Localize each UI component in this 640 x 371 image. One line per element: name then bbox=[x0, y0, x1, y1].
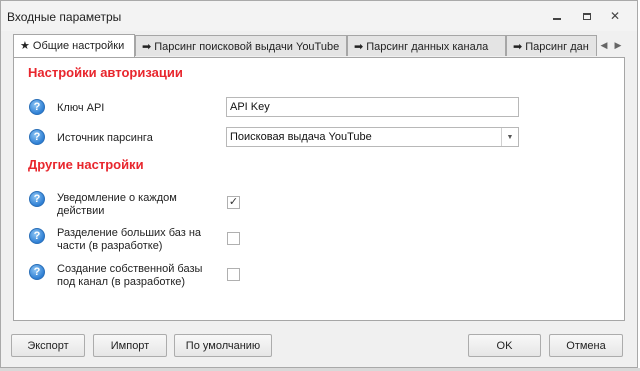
own-base-checkbox[interactable] bbox=[227, 268, 240, 281]
dropdown-button[interactable]: ▼ bbox=[501, 128, 518, 146]
ok-button[interactable]: OK bbox=[468, 334, 541, 357]
tab-scroll-right-icon[interactable]: ▶ bbox=[615, 40, 622, 51]
notify-checkbox[interactable]: ✓ bbox=[227, 196, 240, 209]
split-help-icon[interactable]: ? bbox=[29, 228, 45, 244]
source-help-icon[interactable]: ? bbox=[29, 129, 45, 145]
settings-panel: Настройки авторизации ? Ключ API API Key… bbox=[13, 57, 625, 321]
check-icon: ✓ bbox=[228, 196, 239, 208]
api-key-value: API Key bbox=[230, 101, 270, 113]
split-label: Разделение больших баз на части (в разраб… bbox=[57, 227, 202, 252]
minimize-button[interactable] bbox=[549, 9, 565, 23]
own-base-help-icon[interactable]: ? bbox=[29, 264, 45, 280]
tab-label: ★ Общие настройки bbox=[20, 40, 125, 52]
minimize-icon bbox=[553, 18, 561, 20]
auth-section-title: Настройки авторизации bbox=[28, 65, 183, 80]
tab-strip: ★ Общие настройки ➡ Парсинг поисковой вы… bbox=[13, 34, 625, 57]
other-section-title: Другие настройки bbox=[28, 157, 144, 172]
dialog-window: Входные параметры ✕ ★ Общие настройки ➡ … bbox=[0, 0, 638, 368]
export-button[interactable]: Экспорт bbox=[11, 334, 85, 357]
window-title: Входные параметры bbox=[7, 10, 122, 24]
own-base-label: Создание собственной базы под канал (в ра… bbox=[57, 263, 203, 288]
maximize-button[interactable] bbox=[579, 9, 595, 23]
source-value: Поисковая выдача YouTube bbox=[230, 131, 372, 143]
tab-youtube-search-parsing[interactable]: ➡ Парсинг поисковой выдачи YouTube bbox=[135, 35, 347, 56]
cancel-button[interactable]: Отмена bbox=[549, 334, 623, 357]
close-button[interactable]: ✕ bbox=[607, 9, 623, 23]
notify-label: Уведомление о каждом действии bbox=[57, 192, 177, 217]
source-select[interactable]: Поисковая выдача YouTube ▼ bbox=[226, 127, 519, 147]
source-label: Источник парсинга bbox=[57, 132, 153, 144]
tab-scroll-arrows: ◀ ▶ bbox=[597, 35, 625, 56]
tab-label: ➡ Парсинг поисковой выдачи YouTube bbox=[142, 41, 340, 53]
tab-parsing-overflow[interactable]: ➡ Парсинг дан bbox=[506, 35, 597, 56]
tab-label: ➡ Парсинг дан bbox=[513, 41, 589, 53]
notify-help-icon[interactable]: ? bbox=[29, 191, 45, 207]
default-button[interactable]: По умолчанию bbox=[174, 334, 272, 357]
api-key-help-icon[interactable]: ? bbox=[29, 99, 45, 115]
api-key-label: Ключ API bbox=[57, 102, 105, 114]
close-icon: ✕ bbox=[609, 9, 621, 23]
tab-channel-data-parsing[interactable]: ➡ Парсинг данных канала bbox=[347, 35, 506, 56]
tab-scroll-left-icon[interactable]: ◀ bbox=[601, 40, 608, 51]
api-key-input[interactable]: API Key bbox=[226, 97, 519, 117]
maximize-icon bbox=[583, 12, 591, 20]
import-button[interactable]: Импорт bbox=[93, 334, 167, 357]
title-bar: Входные параметры ✕ bbox=[1, 1, 637, 31]
chevron-down-icon: ▼ bbox=[506, 133, 514, 141]
tab-general-settings[interactable]: ★ Общие настройки bbox=[13, 34, 135, 57]
split-checkbox[interactable] bbox=[227, 232, 240, 245]
tab-label: ➡ Парсинг данных канала bbox=[354, 41, 489, 53]
